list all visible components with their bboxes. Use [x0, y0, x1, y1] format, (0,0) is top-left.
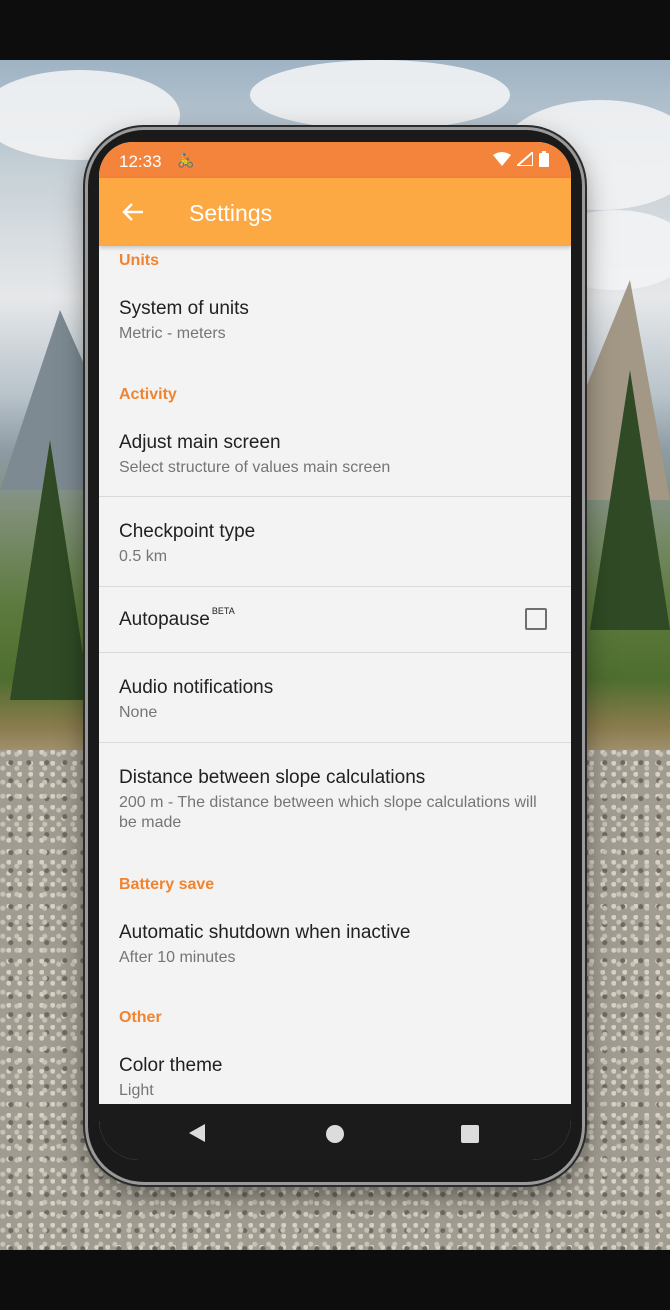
phone-screen: 12:33 🚴 Settings Units System of units M…: [99, 142, 571, 1160]
tree: [590, 370, 670, 630]
status-time: 12:33: [119, 152, 162, 171]
section-header-battery: Battery save: [119, 876, 215, 893]
back-arrow-icon[interactable]: [117, 196, 149, 228]
section-header-other: Other: [119, 1009, 162, 1026]
status-icons: [493, 151, 549, 167]
pref-title: Audio notifications: [119, 677, 274, 698]
pref-summary: Metric - meters: [119, 325, 226, 342]
pref-autopause[interactable]: Autopause BETA: [99, 587, 571, 652]
bicycle-icon: 🚴: [177, 152, 195, 168]
pref-summary: Select structure of values main screen: [119, 459, 391, 476]
pref-summary: None: [119, 704, 158, 721]
battery-icon: [539, 151, 549, 167]
pref-checkpoint-type[interactable]: Checkpoint type 0.5 km: [99, 497, 571, 586]
tree: [10, 440, 90, 700]
section-header-units: Units: [119, 252, 159, 269]
pref-title: Color theme: [119, 1055, 223, 1076]
nav-home-icon[interactable]: [326, 1125, 344, 1143]
section-header-activity: Activity: [119, 386, 177, 403]
beta-badge: BETA: [211, 606, 235, 616]
pref-audio-notifications[interactable]: Audio notifications None: [99, 653, 571, 742]
pref-title: Distance between slope calculations: [119, 767, 426, 788]
pref-title: Checkpoint type: [119, 521, 256, 542]
signal-icon: [517, 152, 533, 166]
nav-recents-icon[interactable]: [461, 1125, 479, 1143]
pref-title: Adjust main screen: [119, 432, 281, 453]
autopause-label: Autopause: [119, 609, 210, 630]
pref-summary: After 10 minutes: [119, 949, 236, 966]
pref-color-theme[interactable]: Color theme Light: [99, 1041, 571, 1104]
wifi-icon: [493, 152, 511, 166]
pref-title: System of units: [119, 298, 249, 319]
pref-slope-distance[interactable]: Distance between slope calculations 200 …: [99, 743, 571, 853]
nav-back-icon[interactable]: [189, 1124, 205, 1142]
status-bar: 12:33 🚴: [99, 142, 571, 178]
pref-summary: Light: [119, 1082, 154, 1099]
settings-list: Units System of units Metric - meters Ac…: [99, 246, 571, 1104]
system-nav-bar: [99, 1104, 571, 1160]
pref-adjust-main-screen[interactable]: Adjust main screen Select structure of v…: [99, 418, 571, 496]
pref-system-of-units[interactable]: System of units Metric - meters: [99, 284, 571, 376]
pref-auto-shutdown[interactable]: Automatic shutdown when inactive After 1…: [99, 908, 571, 996]
app-bar: Settings: [99, 178, 571, 246]
pref-title: Autopause BETA: [119, 606, 235, 631]
page-title: Settings: [189, 200, 273, 226]
autopause-checkbox[interactable]: [525, 608, 547, 630]
pref-summary: 0.5 km: [119, 548, 168, 565]
pref-summary: 200 m - The distance between which slope…: [119, 794, 537, 831]
cloud: [250, 60, 510, 130]
pref-title: Automatic shutdown when inactive: [119, 922, 411, 943]
